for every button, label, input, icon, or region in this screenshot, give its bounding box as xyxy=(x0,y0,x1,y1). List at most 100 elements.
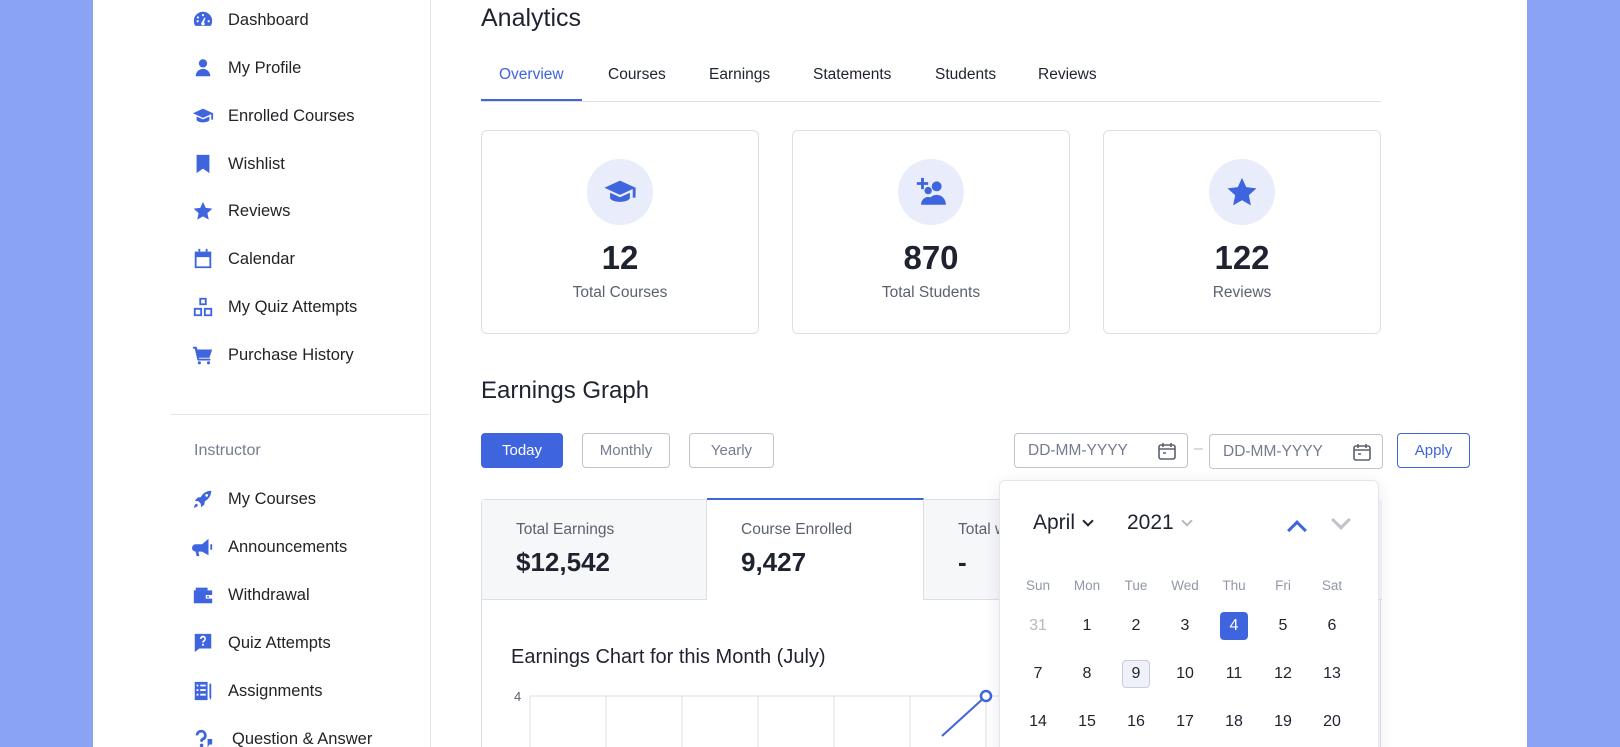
tab-statements[interactable]: Statements xyxy=(813,66,891,84)
weekday-label: Sat xyxy=(1321,578,1343,593)
calendar-day[interactable]: 13 xyxy=(1318,660,1346,688)
sidebar-item-assignments[interactable]: Assignments xyxy=(191,679,322,703)
sidebar: Dashboard My Profile Enrolled Courses Wi… xyxy=(93,0,431,747)
calendar-day[interactable]: 6 xyxy=(1318,612,1346,640)
sidebar-item-enrolled-courses[interactable]: Enrolled Courses xyxy=(191,104,355,128)
earnings-tab-value: 9,427 xyxy=(741,547,807,577)
previous-month-chevron-up-icon[interactable] xyxy=(1287,520,1307,540)
sidebar-item-reviews[interactable]: Reviews xyxy=(191,199,290,223)
weekday-label: Sun xyxy=(1025,578,1051,593)
end-date-input[interactable]: DD-MM-YYYY xyxy=(1209,434,1383,469)
calendar-day[interactable]: 19 xyxy=(1269,708,1297,736)
sidebar-item-question-answer[interactable]: Question & Answer xyxy=(191,727,372,747)
earnings-tab-value: $12,542 xyxy=(516,547,610,577)
stat-card-total-courses: 12 Total Courses xyxy=(481,130,759,334)
month-select[interactable]: April xyxy=(1033,511,1094,535)
sidebar-item-label: Withdrawal xyxy=(228,585,310,604)
calendar-day[interactable]: 7 xyxy=(1024,660,1052,688)
chart-title: Earnings Chart for this Month (July) xyxy=(511,646,826,668)
active-tab-indicator xyxy=(481,99,582,101)
sidebar-divider xyxy=(170,414,431,415)
star-icon xyxy=(1209,159,1275,225)
sidebar-item-label: Wishlist xyxy=(228,154,285,173)
sidebar-item-label: My Courses xyxy=(228,489,317,508)
start-date-input[interactable]: DD-MM-YYYY xyxy=(1014,433,1188,468)
add-students-icon xyxy=(898,159,964,225)
sidebar-item-purchase-history[interactable]: Purchase History xyxy=(191,343,354,367)
calendar-day[interactable]: 15 xyxy=(1073,708,1101,736)
tab-earnings[interactable]: Earnings xyxy=(709,66,770,84)
calendar-day[interactable]: 4 xyxy=(1220,612,1248,640)
calendar-day[interactable]: 16 xyxy=(1122,708,1150,736)
weekday-label: Tue xyxy=(1124,578,1148,593)
sidebar-item-my-profile[interactable]: My Profile xyxy=(191,56,301,80)
graduation-cap-icon xyxy=(587,159,653,225)
sidebar-item-quiz-attempts[interactable]: Quiz Attempts xyxy=(191,631,331,655)
sidebar-item-my-courses[interactable]: My Courses xyxy=(191,487,316,511)
calendar-day[interactable]: 20 xyxy=(1318,708,1346,736)
rocket-icon xyxy=(191,487,215,511)
question-icon xyxy=(191,631,215,655)
earnings-tab-label: Total Earnings xyxy=(516,521,615,538)
stat-card-reviews: 122 Reviews xyxy=(1103,130,1381,334)
calendar-day[interactable]: 9 xyxy=(1122,660,1150,688)
assignment-icon xyxy=(191,679,215,703)
bookmark-icon xyxy=(191,152,215,176)
weekday-label: Wed xyxy=(1171,578,1199,593)
sidebar-item-calendar[interactable]: Calendar xyxy=(191,247,295,271)
app-window: Dashboard My Profile Enrolled Courses Wi… xyxy=(93,0,1527,747)
date-placeholder: DD-MM-YYYY xyxy=(1028,441,1128,459)
next-month-chevron-down-icon[interactable] xyxy=(1331,510,1351,530)
quiz-blocks-icon xyxy=(191,295,215,319)
stat-value: 122 xyxy=(1214,239,1270,276)
weekday-label: Mon xyxy=(1073,578,1101,593)
sidebar-item-announcements[interactable]: Announcements xyxy=(191,535,347,559)
tab-courses[interactable]: Courses xyxy=(608,66,666,84)
calendar-day[interactable]: 3 xyxy=(1171,612,1199,640)
data-point[interactable] xyxy=(979,689,993,703)
sidebar-section-instructor: Instructor xyxy=(194,442,261,459)
chevron-down-icon xyxy=(1082,514,1094,527)
apply-button[interactable]: Apply xyxy=(1397,433,1470,468)
stat-label: Total Students xyxy=(881,284,981,301)
tab-students[interactable]: Students xyxy=(935,66,996,84)
stat-card-total-students: 870 Total Students xyxy=(792,130,1070,334)
sidebar-item-withdrawal[interactable]: Withdrawal xyxy=(191,583,310,607)
earnings-tab-total-earnings[interactable]: Total Earnings $12,542 xyxy=(482,500,707,600)
star-icon xyxy=(191,199,215,223)
yearly-button[interactable]: Yearly xyxy=(689,433,774,468)
calendar-day[interactable]: 1 xyxy=(1073,612,1101,640)
calendar-icon xyxy=(191,247,215,271)
sidebar-item-label: Announcements xyxy=(228,537,348,556)
calendar-day[interactable]: 8 xyxy=(1073,660,1101,688)
tab-overview[interactable]: Overview xyxy=(499,66,564,84)
calendar-icon[interactable] xyxy=(1157,441,1177,461)
calendar-icon[interactable] xyxy=(1352,442,1372,462)
year-select[interactable]: 2021 xyxy=(1127,511,1193,535)
calendar-day[interactable]: 11 xyxy=(1220,660,1248,688)
month-label: April xyxy=(1033,511,1076,534)
sidebar-item-label: Reviews xyxy=(228,201,291,220)
user-icon xyxy=(191,56,215,80)
analytics-tabs: Overview Courses Earnings Statements Stu… xyxy=(481,60,1381,102)
calendar-day[interactable]: 18 xyxy=(1220,708,1248,736)
calendar-day[interactable]: 17 xyxy=(1171,708,1199,736)
calendar-day[interactable]: 10 xyxy=(1171,660,1199,688)
calendar-day[interactable]: 2 xyxy=(1122,612,1150,640)
today-button[interactable]: Today xyxy=(481,433,563,468)
calendar-day[interactable]: 5 xyxy=(1269,612,1297,640)
calendar-day[interactable]: 14 xyxy=(1024,708,1052,736)
sidebar-item-my-quiz-attempts[interactable]: My Quiz Attempts xyxy=(191,295,357,319)
earnings-tab-label: Course Enrolled xyxy=(741,521,853,538)
calendar-day[interactable]: 12 xyxy=(1269,660,1297,688)
tab-reviews[interactable]: Reviews xyxy=(1038,66,1097,84)
sidebar-item-label: Quiz Attempts xyxy=(228,633,331,652)
monthly-button[interactable]: Monthly xyxy=(582,433,670,468)
sidebar-item-wishlist[interactable]: Wishlist xyxy=(191,152,285,176)
sidebar-item-dashboard[interactable]: Dashboard xyxy=(191,8,309,32)
earnings-tab-course-enrolled[interactable]: Course Enrolled 9,427 xyxy=(707,498,924,600)
calendar-day[interactable]: 31 xyxy=(1024,612,1052,640)
date-range-separator: – xyxy=(1194,440,1203,457)
stat-label: Reviews xyxy=(1212,284,1272,301)
sidebar-item-label: Question & Answer xyxy=(232,729,373,747)
